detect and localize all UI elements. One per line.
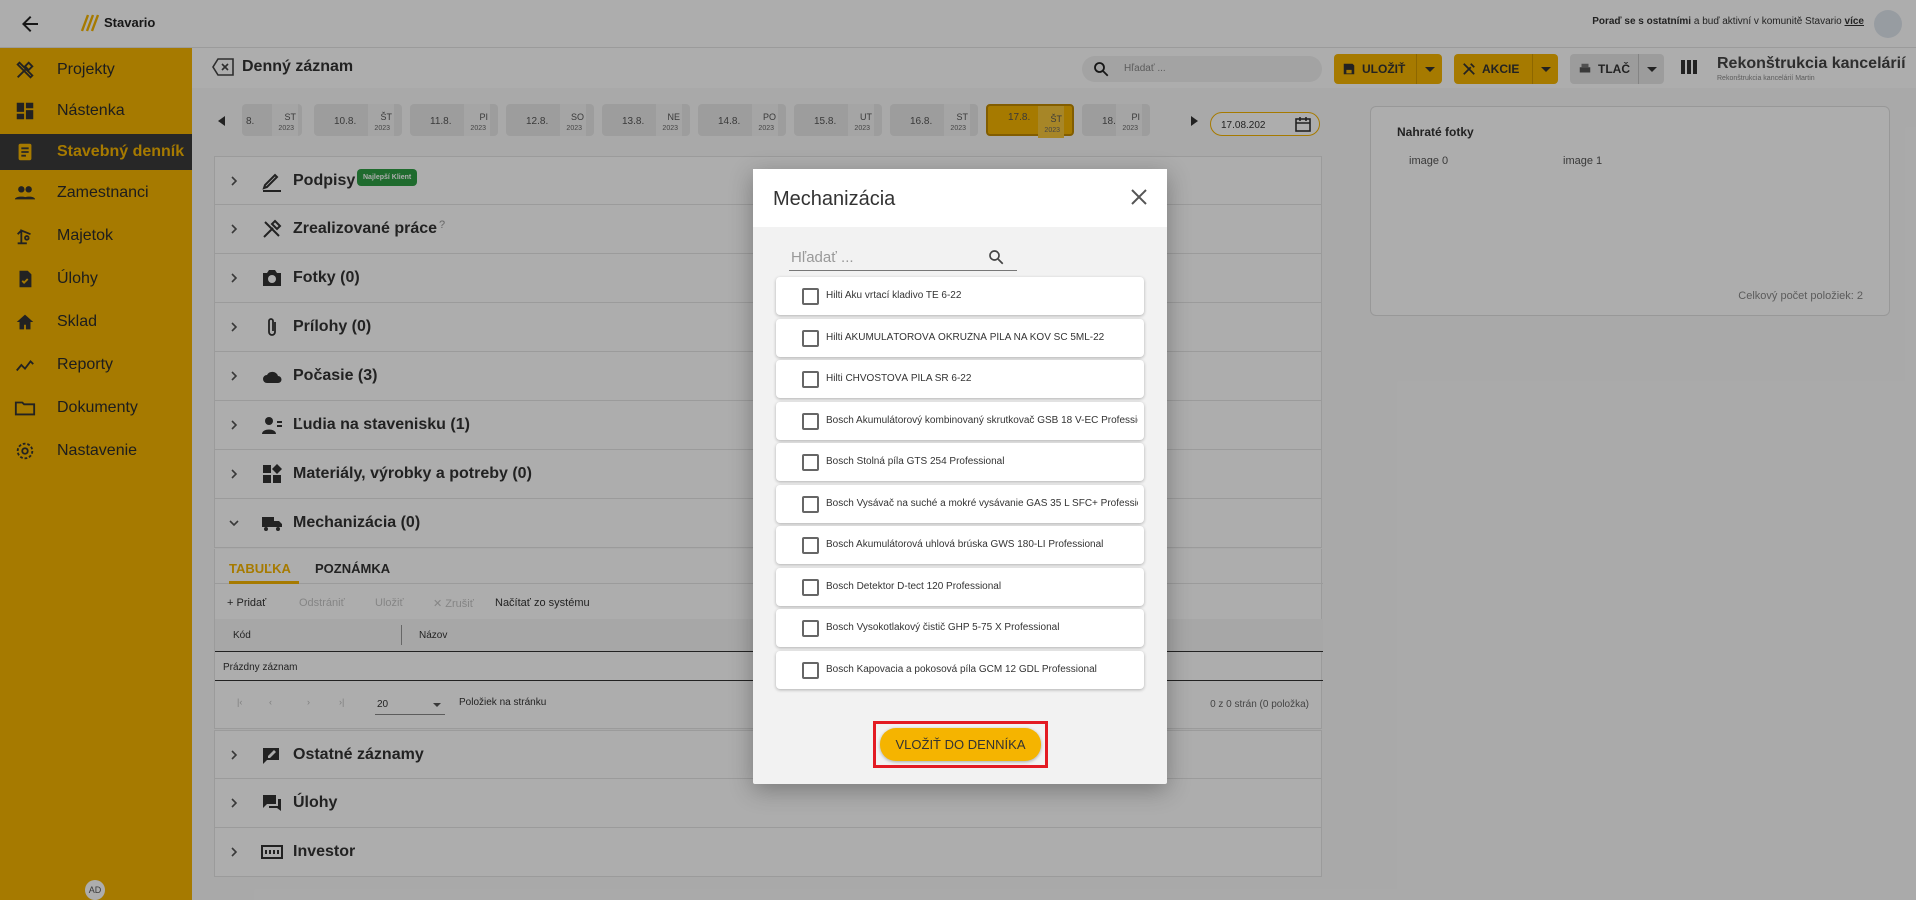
- list-item[interactable]: Bosch Detektor D-tect 120 Professional: [776, 568, 1144, 606]
- checkbox[interactable]: [802, 620, 819, 637]
- list-item-label: Hilti Aku vrtací kladivo TE 6-22: [826, 290, 962, 301]
- list-item[interactable]: Hilti Aku vrtací kladivo TE 6-22: [776, 277, 1144, 315]
- list-item[interactable]: Hilti CHVOSTOVÁ PÍLA SR 6-22: [776, 360, 1144, 398]
- checkbox[interactable]: [802, 454, 819, 471]
- list-item-label: Bosch Vysávač na suché a mokré vysávanie…: [826, 498, 1138, 509]
- checkbox[interactable]: [802, 371, 819, 388]
- list-item-label: Bosch Akumulátorový kombinovaný skrutkov…: [826, 415, 1138, 426]
- checkbox[interactable]: [802, 496, 819, 513]
- list-item-label: Bosch Stolná píla GTS 254 Professional: [826, 456, 1005, 467]
- insert-to-diary-button[interactable]: VLOŽIŤ DO DENNÍKA: [880, 728, 1041, 761]
- dialog-title: Mechanizácia: [773, 188, 896, 210]
- list-item-label: Hilti AKUMULÁTOROVÁ OKRUŽNÁ PÍLA NA KOV …: [826, 332, 1105, 343]
- close-icon[interactable]: [1129, 187, 1149, 207]
- list-item-label: Hilti CHVOSTOVÁ PÍLA SR 6-22: [826, 373, 972, 384]
- checkbox[interactable]: [802, 413, 819, 430]
- checkbox[interactable]: [802, 288, 819, 305]
- list-item-label: Bosch Kapovacia a pokosová píla GCM 12 G…: [826, 664, 1097, 675]
- checkbox[interactable]: [802, 537, 819, 554]
- checkbox[interactable]: [802, 330, 819, 347]
- list-item[interactable]: Bosch Vysokotlakový čistič GHP 5-75 X Pr…: [776, 609, 1144, 647]
- checkbox[interactable]: [802, 579, 819, 596]
- list-item-label: Bosch Akumulátorová uhlová brúska GWS 18…: [826, 539, 1104, 550]
- list-item[interactable]: Bosch Stolná píla GTS 254 Professional: [776, 443, 1144, 481]
- dialog-header: Mechanizácia: [753, 169, 1167, 227]
- list-item[interactable]: Bosch Akumulátorová uhlová brúska GWS 18…: [776, 526, 1144, 564]
- list-item-label: Bosch Vysokotlakový čistič GHP 5-75 X Pr…: [826, 622, 1060, 633]
- list-item[interactable]: Bosch Kapovacia a pokosová píla GCM 12 G…: [776, 651, 1144, 689]
- insert-button-highlight: VLOŽIŤ DO DENNÍKA: [873, 721, 1048, 768]
- list-item[interactable]: Hilti AKUMULÁTOROVÁ OKRUŽNÁ PÍLA NA KOV …: [776, 319, 1144, 357]
- dialog-search-input[interactable]: Hľadať ...: [789, 241, 1017, 271]
- list-item[interactable]: Bosch Vysávač na suché a mokré vysávanie…: [776, 485, 1144, 523]
- list-item[interactable]: Bosch Akumulátorový kombinovaný skrutkov…: [776, 402, 1144, 440]
- mechanizacia-dialog: Mechanizácia Hľadať ... Hilti Aku vrtací…: [753, 169, 1167, 784]
- list-item-label: Bosch Detektor D-tect 120 Professional: [826, 581, 1002, 592]
- search-icon: [989, 250, 1004, 265]
- dialog-search-placeholder: Hľadať ...: [791, 249, 854, 266]
- checkbox[interactable]: [802, 662, 819, 679]
